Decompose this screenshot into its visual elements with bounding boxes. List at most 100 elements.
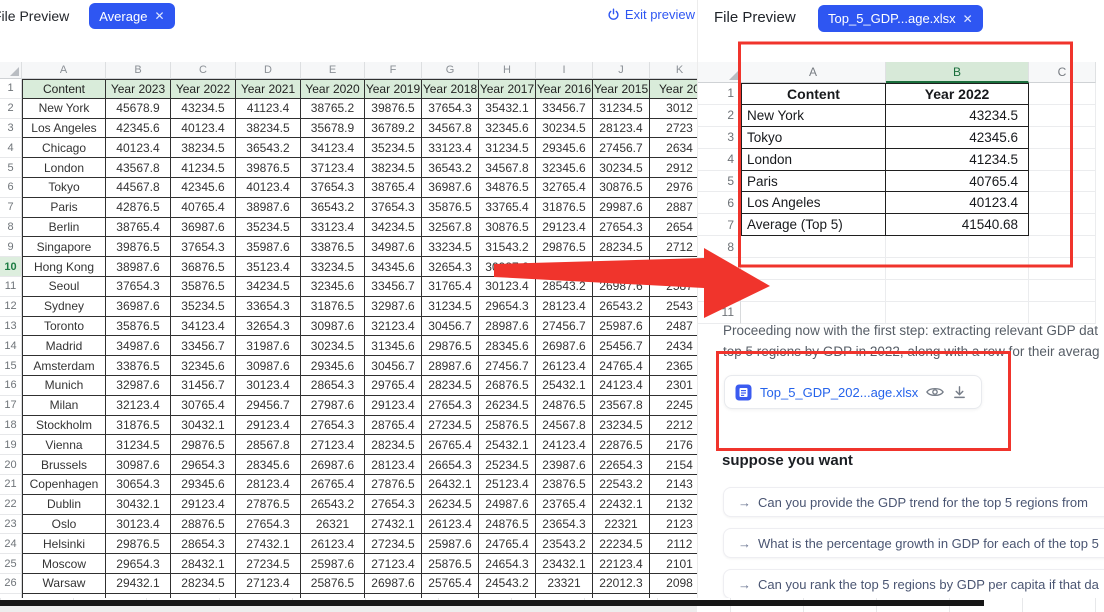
- cell[interactable]: 27654.3: [365, 494, 422, 515]
- select-all-corner[interactable]: [698, 62, 741, 83]
- cell[interactable]: 28123.4: [236, 474, 301, 495]
- cell[interactable]: 24765.4: [593, 356, 650, 376]
- cell[interactable]: 25123.4: [479, 474, 536, 495]
- cell[interactable]: [1029, 214, 1096, 237]
- row-number[interactable]: 14: [0, 336, 22, 357]
- cell[interactable]: 30876.5: [593, 177, 650, 198]
- column-header-h[interactable]: H: [479, 62, 536, 79]
- cell[interactable]: 28432.1: [171, 554, 236, 574]
- cell[interactable]: 29654.3: [479, 296, 536, 317]
- cell[interactable]: 43567.8: [106, 158, 171, 178]
- cell[interactable]: 2143: [650, 475, 697, 495]
- cell[interactable]: 27432.1: [365, 514, 422, 535]
- cell[interactable]: 33123.4: [301, 217, 365, 238]
- cell[interactable]: 35234.5: [236, 217, 301, 238]
- cell[interactable]: 32987.6: [365, 296, 422, 317]
- row-number[interactable]: 3: [0, 118, 22, 139]
- cell[interactable]: 28765.4: [365, 415, 422, 436]
- cell[interactable]: 22654.3: [593, 455, 650, 475]
- cell[interactable]: [1029, 236, 1096, 259]
- cell[interactable]: 38234.5: [171, 138, 236, 159]
- cell[interactable]: 33876.5: [106, 356, 171, 376]
- cell[interactable]: Milan: [22, 395, 106, 416]
- close-icon[interactable]: ✕: [154, 9, 164, 23]
- cell[interactable]: 27234.5: [236, 554, 301, 574]
- column-header-a[interactable]: A: [741, 62, 886, 83]
- cell[interactable]: 28345.6: [479, 336, 536, 357]
- cell[interactable]: 31987.6: [236, 336, 301, 357]
- cell[interactable]: Amsterdam: [22, 356, 106, 376]
- cell[interactable]: 27234.5: [422, 415, 479, 436]
- cell[interactable]: 30654.3: [106, 474, 171, 495]
- cell[interactable]: 29123.4: [365, 395, 422, 416]
- cell[interactable]: 2712: [650, 237, 697, 258]
- cell[interactable]: 37654.3: [301, 177, 365, 198]
- cell[interactable]: 26123.4: [536, 356, 593, 376]
- cell[interactable]: 29123.4: [171, 494, 236, 515]
- cell[interactable]: 34234.5: [365, 217, 422, 238]
- cell[interactable]: 30765.4: [171, 395, 236, 416]
- cell[interactable]: 2887: [650, 198, 697, 218]
- cell[interactable]: 37654.3: [171, 237, 236, 258]
- cell[interactable]: 40123.4: [236, 177, 301, 198]
- cell[interactable]: 30456.7: [365, 356, 422, 376]
- suggestion-percentage-growth[interactable]: → What is the percentage growth in GDP f…: [723, 528, 1104, 558]
- cell[interactable]: 2101: [650, 554, 697, 574]
- cell[interactable]: 23654.3: [536, 514, 593, 535]
- cell[interactable]: 32765.4: [536, 177, 593, 198]
- cell[interactable]: 29876.5: [536, 237, 593, 258]
- suggestion-gdp-per-capita[interactable]: → Can you rank the top 5 regions by GDP …: [723, 569, 1104, 599]
- cell[interactable]: 42345.6: [886, 126, 1029, 149]
- row-number[interactable]: 21: [0, 474, 22, 495]
- cell[interactable]: New York: [22, 98, 106, 119]
- cell[interactable]: 2212: [650, 416, 697, 436]
- cell[interactable]: 25876.5: [301, 573, 365, 594]
- cell[interactable]: 22234.5: [593, 534, 650, 555]
- cell[interactable]: 36543.2: [301, 197, 365, 218]
- cell[interactable]: 2301: [650, 376, 697, 396]
- column-header-b[interactable]: B: [106, 62, 171, 79]
- cell[interactable]: 2723: [650, 119, 697, 139]
- cell[interactable]: 23543.2: [536, 534, 593, 555]
- cell[interactable]: 28234.5: [422, 375, 479, 396]
- cell[interactable]: Year 2018: [422, 79, 479, 99]
- cell[interactable]: 25876.5: [422, 554, 479, 574]
- cell[interactable]: 27876.5: [236, 494, 301, 515]
- cell[interactable]: [536, 257, 593, 277]
- cell[interactable]: 32987.6: [106, 375, 171, 396]
- cell[interactable]: 29654.3: [106, 554, 171, 574]
- cell[interactable]: 28543.2: [536, 276, 593, 297]
- cell[interactable]: 36543.2: [422, 158, 479, 178]
- cell[interactable]: 39876.5: [106, 237, 171, 258]
- cell[interactable]: 24765.4: [479, 534, 536, 555]
- cell[interactable]: 27876.5: [365, 474, 422, 495]
- cell[interactable]: [1029, 83, 1096, 105]
- cell[interactable]: 30123.4: [106, 514, 171, 535]
- cell[interactable]: [650, 257, 697, 277]
- cell[interactable]: 26543.2: [593, 296, 650, 317]
- cell[interactable]: 37123.4: [301, 158, 365, 178]
- cell[interactable]: 27234.5: [365, 534, 422, 555]
- cell[interactable]: 36876.5: [171, 257, 236, 277]
- cell[interactable]: 43234.5: [886, 104, 1029, 127]
- cell[interactable]: Stockholm: [22, 415, 106, 436]
- cell[interactable]: 32654.3: [236, 316, 301, 337]
- cell[interactable]: 36987.6: [422, 177, 479, 198]
- cell[interactable]: 24876.5: [536, 395, 593, 416]
- cell[interactable]: Vienna: [22, 435, 106, 456]
- column-header-c[interactable]: C: [1029, 62, 1096, 83]
- cell[interactable]: 40765.4: [886, 170, 1029, 193]
- cell[interactable]: 44567.8: [106, 177, 171, 198]
- cell[interactable]: 33123.4: [422, 138, 479, 159]
- cell[interactable]: 29987.6: [593, 197, 650, 218]
- attachment-chip[interactable]: Top_5_GDP_202...age.xlsx: [724, 375, 982, 409]
- row-number[interactable]: 9: [0, 237, 22, 258]
- cell[interactable]: 31234.5: [479, 138, 536, 159]
- cell[interactable]: Paris: [741, 170, 886, 193]
- cell[interactable]: 32345.6: [301, 276, 365, 297]
- cell[interactable]: [741, 280, 886, 302]
- cell[interactable]: 29123.4: [536, 217, 593, 238]
- cell[interactable]: 27456.7: [593, 138, 650, 159]
- cell[interactable]: 26876.5: [479, 375, 536, 396]
- cell[interactable]: 35432.1: [479, 98, 536, 119]
